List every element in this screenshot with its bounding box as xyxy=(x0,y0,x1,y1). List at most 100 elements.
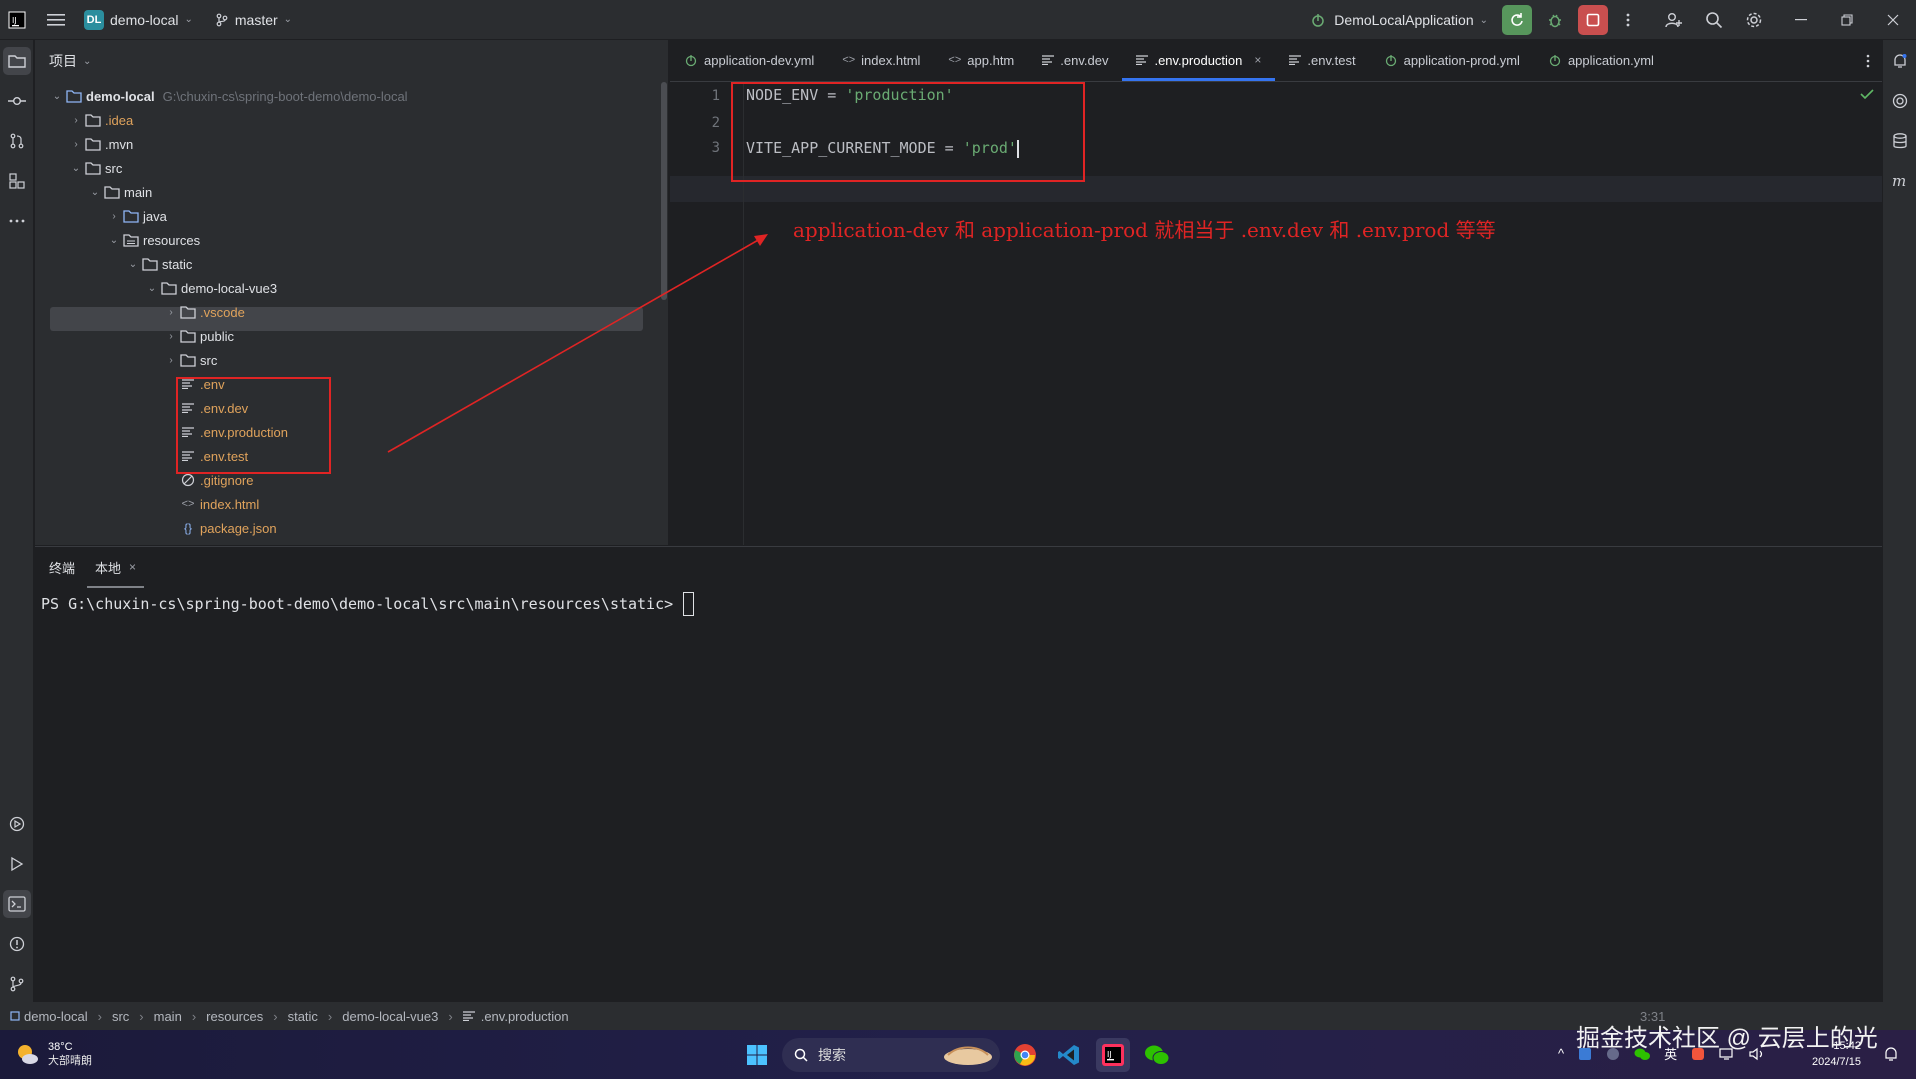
search-icon[interactable] xyxy=(1694,0,1734,40)
html-file-icon: <> xyxy=(842,54,856,66)
json-file-icon: {} xyxy=(183,521,192,535)
problems-icon[interactable] xyxy=(3,930,31,958)
add-user-icon[interactable] xyxy=(1654,0,1694,40)
terminal-panel: 终端 本地 × PS G:\chuxin-cs\spring-boot-demo… xyxy=(35,546,1882,1002)
breadcrumb-item[interactable]: static xyxy=(288,1009,318,1024)
tab-application-prod-yml[interactable]: application-prod.yml xyxy=(1370,39,1534,81)
services-icon[interactable] xyxy=(3,810,31,838)
commit-icon[interactable] xyxy=(3,87,31,115)
chevron-down-icon: ⌄ xyxy=(128,258,138,270)
branch-switcher[interactable]: master ⌄ xyxy=(215,12,292,28)
folder-icon xyxy=(179,305,197,319)
tree-item-vscode[interactable]: › .vscode xyxy=(163,300,244,324)
editor-area: application-dev.yml <> index.html <> app… xyxy=(670,40,1882,545)
chevron-up-icon[interactable]: ^ xyxy=(1558,1046,1564,1061)
chevron-right-icon: › xyxy=(169,354,173,366)
tree-item-src[interactable]: ⌄ src xyxy=(68,156,123,180)
tab-label: index.html xyxy=(861,52,921,68)
weather-widget[interactable]: 38°C 大部晴朗 xyxy=(14,1040,92,1068)
breadcrumb-item[interactable]: demo-local xyxy=(24,1009,88,1024)
tab-application-dev-yml[interactable]: application-dev.yml xyxy=(670,39,828,81)
tree-item-package-json[interactable]: {} package.json xyxy=(179,516,277,540)
vscode-icon[interactable] xyxy=(1052,1038,1086,1072)
tab-env-production[interactable]: .env.production × xyxy=(1122,39,1276,81)
watermark: 掘金技术社区 @ 云层上的光 xyxy=(1576,1025,1878,1052)
tabs-more-icon[interactable] xyxy=(1866,54,1870,68)
run-config-selector[interactable]: DemoLocalApplication ⌄ xyxy=(1310,12,1488,28)
line-number: 3 xyxy=(711,140,720,156)
taskbar-search-box[interactable]: 搜索 xyxy=(782,1038,1000,1072)
tree-item-idea[interactable]: › .idea xyxy=(68,108,133,132)
project-panel-header[interactable]: 项目 ⌄ xyxy=(35,40,668,82)
breadcrumb-separator-icon: › xyxy=(139,1008,144,1024)
chrome-icon[interactable] xyxy=(1008,1038,1042,1072)
tree-item-label: .gitignore xyxy=(200,472,254,488)
tree-item-resources[interactable]: ⌄ resources xyxy=(106,228,200,252)
project-tool-folder-icon[interactable] xyxy=(3,47,31,75)
tree-item-demo-local-vue3[interactable]: ⌄ demo-local-vue3 xyxy=(144,276,277,300)
minimize-window-icon[interactable] xyxy=(1778,0,1824,40)
close-tab-icon[interactable]: × xyxy=(1254,53,1261,67)
close-window-icon[interactable] xyxy=(1870,0,1916,40)
rerun-button[interactable] xyxy=(1502,5,1532,35)
tree-item-main[interactable]: ⌄ main xyxy=(87,180,152,204)
tree-item-index-html[interactable]: <> index.html xyxy=(179,492,260,516)
debug-button[interactable] xyxy=(1540,5,1570,35)
run-icon[interactable] xyxy=(3,850,31,878)
restore-window-icon[interactable] xyxy=(1824,0,1870,40)
breadcrumb-item[interactable]: src xyxy=(112,1009,129,1024)
settings-gear-icon[interactable] xyxy=(1734,0,1774,40)
maven-icon[interactable]: m xyxy=(1886,167,1914,195)
terminal-icon[interactable] xyxy=(3,890,31,918)
intellij-taskbar-icon[interactable]: IJ xyxy=(1096,1038,1130,1072)
terminal-prompt-line[interactable]: PS G:\chuxin-cs\spring-boot-demo\demo-lo… xyxy=(41,592,695,616)
tree-item-label: java xyxy=(143,208,167,224)
tab-index-html[interactable]: <> index.html xyxy=(828,39,934,81)
tab-label: .env.test xyxy=(1307,52,1356,68)
breadcrumb-separator-icon: › xyxy=(327,1008,333,1024)
main-menu-icon[interactable] xyxy=(36,0,76,40)
database-icon[interactable] xyxy=(1886,127,1914,155)
project-badge: DL xyxy=(84,9,104,30)
breadcrumb-item[interactable]: .env.production xyxy=(481,1009,569,1024)
notifications-bell-icon[interactable] xyxy=(1886,47,1914,75)
close-tab-icon[interactable]: × xyxy=(129,560,136,574)
project-scrollbar[interactable] xyxy=(661,82,667,300)
tree-item-mvn[interactable]: › .mvn xyxy=(68,132,133,156)
html-file-icon: <> xyxy=(181,498,195,510)
git-icon[interactable] xyxy=(3,970,31,998)
intellij-logo-icon[interactable]: IJ xyxy=(0,0,34,40)
project-switcher[interactable]: DL demo-local ⌄ xyxy=(84,9,193,30)
ai-assistant-icon[interactable] xyxy=(1886,87,1914,115)
spring-yml-icon xyxy=(1385,55,1396,67)
breadcrumb-separator-icon: › xyxy=(448,1008,453,1024)
more-actions-icon[interactable] xyxy=(1612,0,1644,40)
tab-label: application-prod.yml xyxy=(1403,52,1520,68)
wechat-icon[interactable] xyxy=(1140,1038,1174,1072)
tree-item-static[interactable]: ⌄ static xyxy=(125,252,193,276)
inspection-ok-check-icon[interactable] xyxy=(1860,88,1874,100)
tab-env-dev[interactable]: .env.dev xyxy=(1028,39,1122,81)
pull-requests-icon[interactable] xyxy=(3,127,31,155)
tab-env-test[interactable]: .env.test xyxy=(1275,39,1369,81)
structure-icon[interactable] xyxy=(3,167,31,195)
windows-start-icon[interactable] xyxy=(740,1038,774,1072)
notification-center-icon[interactable] xyxy=(1884,1046,1898,1062)
module-folder-icon xyxy=(65,89,83,103)
tree-root[interactable]: ⌄ demo-local G:\chuxin-cs\spring-boot-de… xyxy=(49,84,408,108)
tree-item-java[interactable]: › java xyxy=(106,204,167,228)
stop-button[interactable] xyxy=(1578,5,1608,35)
tree-item-label: package.json xyxy=(200,520,277,536)
weather-temp: 38°C xyxy=(48,1041,73,1053)
tree-item-label: src xyxy=(200,352,218,368)
terminal-tab-local[interactable]: 本地 × xyxy=(87,558,145,588)
more-tools-icon[interactable] xyxy=(3,207,31,235)
breadcrumb-item[interactable]: resources xyxy=(206,1009,263,1024)
breadcrumb-item[interactable]: demo-local-vue3 xyxy=(342,1009,438,1024)
tree-item-src-vue[interactable]: › src xyxy=(163,348,217,372)
tab-app-htm[interactable]: <> app.htm xyxy=(934,39,1028,81)
tab-application-yml[interactable]: application.yml xyxy=(1534,39,1668,81)
breadcrumb-item[interactable]: main xyxy=(154,1009,182,1024)
tree-item-public[interactable]: › public xyxy=(163,324,234,348)
tree-item-label: demo-local-vue3 xyxy=(181,280,278,296)
